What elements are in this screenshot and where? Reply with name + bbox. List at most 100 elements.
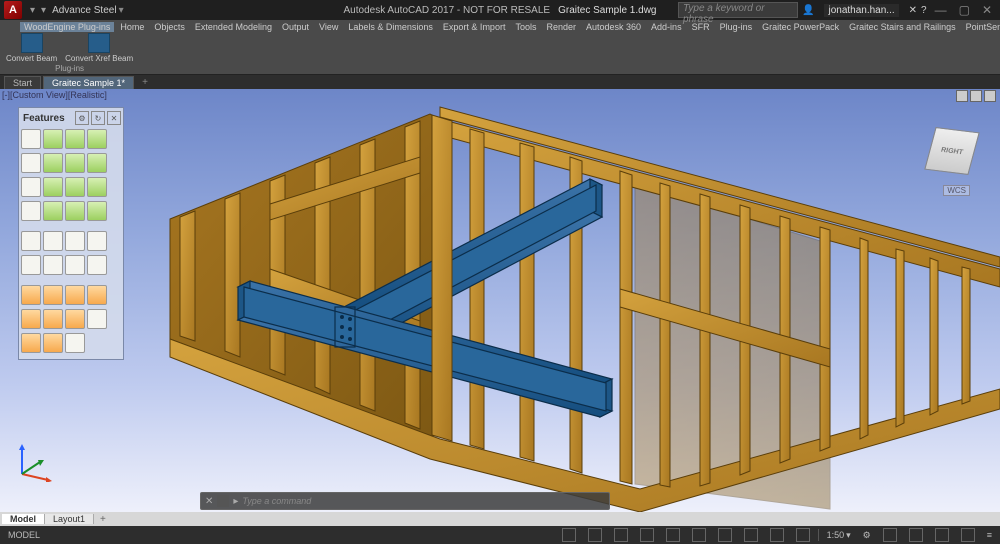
qat-new-icon[interactable]: ▾ [30, 5, 35, 16]
help-icon[interactable]: ? [921, 5, 927, 16]
app-logo[interactable]: A [4, 1, 22, 19]
ribbon-tab-tools[interactable]: Tools [511, 22, 540, 32]
tool-e3[interactable] [65, 231, 85, 251]
status-polar-icon[interactable] [640, 528, 654, 542]
ribbon-tab-addins[interactable]: Add-ins [647, 22, 686, 32]
tool-h4[interactable] [87, 309, 107, 329]
tool-a3[interactable] [65, 129, 85, 149]
exchange-icon[interactable]: ✕ [909, 5, 917, 16]
status-hwaccel-icon[interactable] [935, 528, 949, 542]
status-3dosnap-icon[interactable] [692, 528, 706, 542]
status-grid-icon[interactable] [562, 528, 576, 542]
tool-d3[interactable] [65, 201, 85, 221]
status-cleanscreen-icon[interactable] [961, 528, 975, 542]
status-cycling-icon[interactable] [796, 528, 810, 542]
workspace-dropdown-icon[interactable]: ▾ [119, 5, 124, 16]
tool-e4[interactable] [87, 231, 107, 251]
tool-g4[interactable] [87, 285, 107, 305]
tool-c2[interactable] [43, 177, 63, 197]
tool-f1[interactable] [21, 255, 41, 275]
status-snap-icon[interactable] [588, 528, 602, 542]
tool-i2[interactable] [43, 333, 63, 353]
tool-g2[interactable] [43, 285, 63, 305]
ribbon-tab-powerpack[interactable]: Graitec PowerPack [758, 22, 843, 32]
status-lwt-icon[interactable] [744, 528, 758, 542]
ribbon-tab-render[interactable]: Render [542, 22, 580, 32]
ribbon-tab-labels[interactable]: Labels & Dimensions [344, 22, 437, 32]
ribbon-tab-woodengine[interactable]: WoodEngine Plug-ins [20, 22, 114, 32]
status-customize-icon[interactable]: ≡ [983, 530, 996, 540]
user-name[interactable]: jonathan.han... [824, 4, 898, 17]
ribbon-group-label[interactable]: Plug-ins [55, 64, 84, 73]
features-panel[interactable]: Features ⚙ ↻ ✕ [18, 107, 124, 360]
status-gear-icon[interactable]: ⚙ [859, 530, 875, 541]
features-close-icon[interactable]: ✕ [107, 111, 121, 125]
tool-f3[interactable] [65, 255, 85, 275]
status-transparency-icon[interactable] [770, 528, 784, 542]
doc-tab-sample[interactable]: Graitec Sample 1* [43, 76, 134, 89]
help-search-input[interactable]: Type a keyword or phrase [678, 2, 798, 18]
tool-b2[interactable] [43, 153, 63, 173]
status-ortho-icon[interactable] [614, 528, 628, 542]
tool-f4[interactable] [87, 255, 107, 275]
tool-h2[interactable] [43, 309, 63, 329]
tool-c4[interactable] [87, 177, 107, 197]
status-isolate-icon[interactable] [909, 528, 923, 542]
ribbon-tab-stairs[interactable]: Graitec Stairs and Railings [845, 22, 960, 32]
status-model[interactable]: MODEL [4, 530, 44, 540]
status-osnap-icon[interactable] [666, 528, 680, 542]
layout-tab-add-button[interactable]: + [94, 514, 112, 525]
cmd-close-icon[interactable]: ✕ [205, 496, 213, 507]
workspace-label[interactable]: Advance Steel [52, 5, 117, 16]
tool-h1[interactable] [21, 309, 41, 329]
doc-tab-start[interactable]: Start [4, 76, 41, 89]
tool-i3[interactable] [65, 333, 85, 353]
tool-d4[interactable] [87, 201, 107, 221]
command-line[interactable]: ✕ ▸ Type a command [200, 492, 610, 510]
tool-a4[interactable] [87, 129, 107, 149]
tool-b4[interactable] [87, 153, 107, 173]
tool-b1[interactable] [21, 153, 41, 173]
ribbon-tab-objects[interactable]: Objects [150, 22, 189, 32]
wcs-label[interactable]: WCS [943, 185, 970, 196]
tool-d2[interactable] [43, 201, 63, 221]
ribbon-tab-a360[interactable]: Autodesk 360 [582, 22, 645, 32]
maximize-button[interactable]: ▢ [955, 3, 974, 17]
tool-a2[interactable] [43, 129, 63, 149]
minimize-button[interactable]: — [931, 3, 951, 17]
tool-b3[interactable] [65, 153, 85, 173]
tool-f2[interactable] [43, 255, 63, 275]
tool-e1[interactable] [21, 231, 41, 251]
close-button[interactable]: ✕ [978, 3, 996, 17]
quick-access-toolbar[interactable]: ▾ ▾ [30, 5, 46, 16]
ribbon-tab-pointsense[interactable]: PointSense Plant [962, 22, 1000, 32]
ribbon-tab-view[interactable]: View [315, 22, 342, 32]
model-viewport[interactable]: [-][Custom View][Realistic] – ▢ ✕ [0, 89, 1000, 512]
status-annomon-icon[interactable] [883, 528, 897, 542]
tool-h3[interactable] [65, 309, 85, 329]
layout-tab-layout1[interactable]: Layout1 [45, 514, 94, 524]
layout-tab-model[interactable]: Model [2, 514, 45, 524]
convert-beam-button[interactable]: Convert Beam [6, 33, 57, 63]
convert-xref-beam-button[interactable]: Convert Xref Beam [65, 33, 133, 63]
ucs-icon[interactable] [14, 442, 54, 482]
status-otrack-icon[interactable] [718, 528, 732, 542]
signin-icon[interactable]: 👤 [802, 5, 814, 16]
features-refresh-icon[interactable]: ↻ [91, 111, 105, 125]
tool-g3[interactable] [65, 285, 85, 305]
tool-c3[interactable] [65, 177, 85, 197]
ribbon-tab-home[interactable]: Home [116, 22, 148, 32]
tool-g1[interactable] [21, 285, 41, 305]
tool-a1[interactable] [21, 129, 41, 149]
ribbon-tab-output[interactable]: Output [278, 22, 313, 32]
ribbon-tab-export[interactable]: Export & Import [439, 22, 510, 32]
ribbon-tab-plugins[interactable]: Plug-ins [716, 22, 757, 32]
tool-c1[interactable] [21, 177, 41, 197]
tool-i1[interactable] [21, 333, 41, 353]
status-scale[interactable]: 1:50▾ [823, 530, 855, 541]
features-settings-icon[interactable]: ⚙ [75, 111, 89, 125]
qat-save-icon[interactable]: ▾ [41, 5, 46, 16]
ribbon-tab-extended-modeling[interactable]: Extended Modeling [191, 22, 276, 32]
doc-tab-add-button[interactable]: + [136, 77, 154, 88]
tool-d1[interactable] [21, 201, 41, 221]
